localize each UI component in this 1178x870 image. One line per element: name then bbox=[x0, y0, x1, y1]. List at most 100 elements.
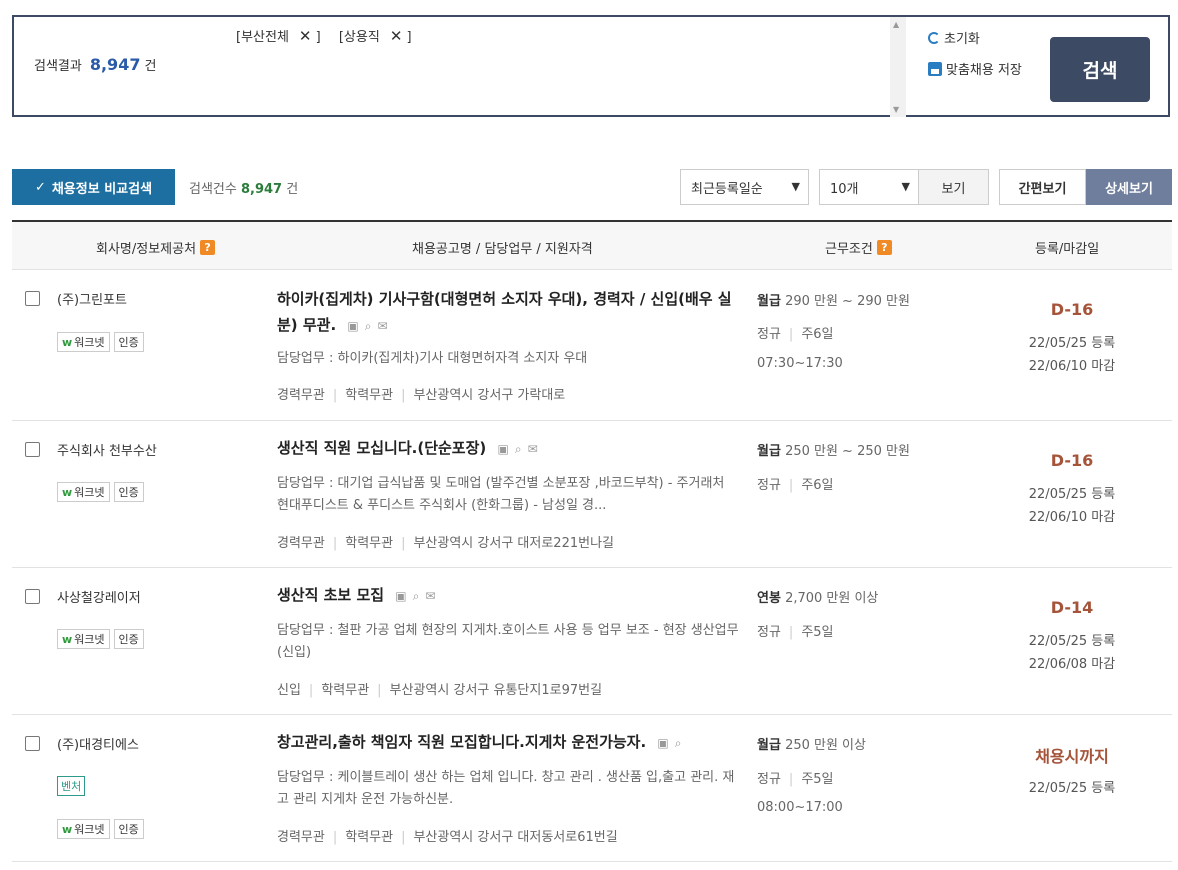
job-qualifications: 경력무관 | 학력무관 | 부산광역시 강서구 대저동서로61번길 bbox=[277, 830, 618, 845]
detail-view-button[interactable]: 상세보기 bbox=[1086, 169, 1172, 205]
worknet-badge: w 워크넷 bbox=[57, 629, 110, 649]
header-company: 회사명/정보제공처 ? bbox=[96, 238, 216, 257]
magnifier-icon[interactable]: ⌕ bbox=[675, 730, 682, 756]
worknet-badge: w 워크넷 bbox=[57, 482, 110, 502]
worknet-logo-icon: w bbox=[62, 822, 73, 836]
refresh-icon bbox=[928, 31, 940, 44]
company-name[interactable]: 사상철강레이저 bbox=[57, 587, 141, 606]
job-title[interactable]: 생산직 직원 모십니다.(단순포장) ▣ ⌕ ✉ bbox=[277, 435, 739, 462]
provider-badges: w 워크넷 인증 bbox=[57, 819, 144, 839]
date-info: 22/05/25 등록 22/06/10 마감 bbox=[1028, 487, 1116, 525]
filter-tags: [부산전체 ✕ ] [상용직 ✕ ] bbox=[236, 26, 426, 45]
job-description: 담당업무 : 하이카(집게차)기사 대형면허자격 소지자 우대 bbox=[277, 351, 588, 366]
save-custom-search-button[interactable]: 맞춤채용 저장 bbox=[928, 59, 1022, 78]
filter-scrollbar[interactable]: ▲ ▼ bbox=[890, 17, 906, 117]
job-qualifications: 경력무관 | 학력무관 | 부산광역시 강서구 가락대로 bbox=[277, 388, 566, 403]
job-qualifications: 신입 | 학력무관 | 부산광역시 강서구 유통단지1로97번길 bbox=[277, 683, 603, 698]
per-page-select[interactable]: 10개 ▼ bbox=[819, 169, 919, 205]
header-conditions: 근무조건 ? bbox=[825, 238, 892, 257]
header-dates: 등록/마감일 bbox=[1035, 242, 1100, 257]
work-hours: 08:00~17:00 bbox=[757, 800, 843, 815]
worknet-badge: w 워크넷 bbox=[57, 819, 110, 839]
view-button[interactable]: 보기 bbox=[918, 169, 989, 205]
provider-badges: w 워크넷 인증 bbox=[57, 629, 144, 649]
scrap-icon[interactable]: ▣ bbox=[498, 436, 509, 462]
mail-apply-icon[interactable]: ✉ bbox=[378, 313, 388, 339]
job-title[interactable]: 하이카(집게차) 기사구함(대형면허 소지자 우대), 경력자 / 신입(배우 … bbox=[277, 286, 739, 339]
magnifier-icon[interactable]: ⌕ bbox=[365, 313, 372, 339]
filter-tag-employment[interactable]: [상용직 ✕ ] bbox=[339, 27, 412, 45]
scroll-down-icon[interactable]: ▼ bbox=[893, 105, 899, 114]
table-header: 회사명/정보제공처 ? 채용공고명 / 담당업무 / 지원자격 근무조건 ? 등… bbox=[12, 220, 1172, 270]
scrap-icon[interactable]: ▣ bbox=[347, 313, 358, 339]
dday-label: D-16 bbox=[1050, 300, 1094, 319]
filter-tag-region[interactable]: [부산전체 ✕ ] bbox=[236, 27, 321, 45]
sort-select[interactable]: 최근등록일순 ▼ bbox=[680, 169, 809, 205]
company-name[interactable]: (주)그린포트 bbox=[57, 289, 127, 308]
row-checkbox[interactable] bbox=[25, 589, 40, 604]
cert-badge: 인증 bbox=[113, 629, 144, 649]
help-icon[interactable]: ? bbox=[876, 240, 892, 255]
job-description: 담당업무 : 대기업 급식납품 및 도매업 (발주건별 소분포장 ,바코드부착)… bbox=[277, 476, 725, 513]
worknet-logo-icon: w bbox=[62, 485, 73, 499]
magnifier-icon[interactable]: ⌕ bbox=[515, 436, 522, 462]
work-type: 정규 | 주6일 bbox=[757, 327, 834, 342]
worknet-logo-icon: w bbox=[62, 335, 73, 349]
dday-label: D-14 bbox=[1050, 598, 1094, 617]
job-description: 담당업무 : 케이블트레이 생산 하는 업체 입니다. 창고 관리 . 생산품 … bbox=[277, 770, 735, 807]
save-disk-icon bbox=[928, 61, 942, 76]
job-description: 담당업무 : 철판 가공 업체 현장의 지게차.호이스트 사용 등 업무 보조 … bbox=[277, 623, 739, 660]
search-button[interactable]: 검색 bbox=[1050, 37, 1150, 102]
header-title: 채용공고명 / 담당업무 / 지원자격 bbox=[412, 242, 593, 257]
result-count: 검색결과 8,947 건 bbox=[34, 55, 157, 74]
work-type: 정규 | 주6일 bbox=[757, 478, 834, 493]
search-count: 검색건수 8,947 건 bbox=[189, 182, 299, 197]
job-title[interactable]: 생산직 초보 모집 ▣ ⌕ ✉ bbox=[277, 582, 739, 609]
work-type: 정규 | 주5일 bbox=[757, 625, 834, 640]
scroll-up-icon[interactable]: ▲ bbox=[893, 20, 899, 29]
chevron-down-icon: ▼ bbox=[791, 180, 800, 193]
mail-apply-icon[interactable]: ✉ bbox=[528, 436, 538, 462]
table-row: (주)그린포트 w 워크넷 인증 하이카(집게차) 기사구함(대형면허 소지자 우… bbox=[12, 270, 1172, 421]
help-icon[interactable]: ? bbox=[200, 240, 216, 255]
row-checkbox[interactable] bbox=[25, 736, 40, 751]
scrap-icon[interactable]: ▣ bbox=[657, 730, 668, 756]
chevron-down-icon: ▼ bbox=[901, 180, 910, 193]
close-icon[interactable]: ✕ bbox=[299, 27, 312, 45]
job-title[interactable]: 창고관리,출하 책임자 직원 모집합니다.지게차 운전가능자. ▣ ⌕ bbox=[277, 729, 739, 756]
date-info: 22/05/25 등록 bbox=[1028, 781, 1116, 796]
venture-badge: 벤처 bbox=[57, 776, 86, 796]
simple-view-button[interactable]: 간편보기 bbox=[999, 169, 1086, 205]
pay-info: 월급 250 만원 이상 bbox=[757, 738, 866, 753]
job-qualifications: 경력무관 | 학력무관 | 부산광역시 강서구 대저로221번나길 bbox=[277, 536, 614, 551]
table-row: 주식회사 천부수산 w 워크넷 인증 생산직 직원 모십니다.(단순포장) ▣ ⌕ ✉… bbox=[12, 421, 1172, 568]
check-icon: ✓ bbox=[34, 179, 46, 195]
compare-search-button[interactable]: ✓ 채용정보 비교검색 bbox=[12, 169, 175, 205]
provider-badges: w 워크넷 인증 bbox=[57, 482, 144, 502]
mail-apply-icon[interactable]: ✉ bbox=[425, 583, 435, 609]
table-row: (주)대경티에스 벤처 w 워크넷 인증 창고관리,출하 책임자 직원 모집합니다… bbox=[12, 715, 1172, 862]
row-checkbox[interactable] bbox=[25, 291, 40, 306]
reset-button[interactable]: 초기화 bbox=[928, 28, 980, 47]
worknet-badge: w 워크넷 bbox=[57, 332, 110, 352]
work-type: 정규 | 주5일 bbox=[757, 772, 834, 787]
close-icon[interactable]: ✕ bbox=[390, 27, 403, 45]
dday-label: D-16 bbox=[1050, 451, 1094, 470]
table-row: 사상철강레이저 w 워크넷 인증 생산직 초보 모집 ▣ ⌕ ✉ 담당업무 : 철판 … bbox=[12, 568, 1172, 715]
cert-badge: 인증 bbox=[113, 819, 144, 839]
pay-info: 월급 250 만원 ~ 250 만원 bbox=[757, 444, 910, 459]
company-name[interactable]: 주식회사 천부수산 bbox=[57, 440, 157, 459]
scrap-icon[interactable]: ▣ bbox=[395, 583, 406, 609]
work-hours: 07:30~17:30 bbox=[757, 356, 843, 371]
date-info: 22/05/25 등록 22/06/10 마감 bbox=[1028, 336, 1116, 374]
magnifier-icon[interactable]: ⌕ bbox=[413, 583, 420, 609]
company-name[interactable]: (주)대경티에스 bbox=[57, 734, 139, 753]
row-checkbox[interactable] bbox=[25, 442, 40, 457]
pay-info: 연봉 2,700 만원 이상 bbox=[757, 591, 879, 606]
cert-badge: 인증 bbox=[113, 482, 144, 502]
search-summary-box: [부산전체 ✕ ] [상용직 ✕ ] 검색결과 8,947 건 ▲ ▼ 초기화 맞춤채용… bbox=[12, 15, 1170, 117]
cert-badge: 인증 bbox=[113, 332, 144, 352]
date-info: 22/05/25 등록 22/06/08 마감 bbox=[1028, 634, 1116, 672]
provider-badges: w 워크넷 인증 bbox=[57, 332, 144, 352]
dday-label: 채용시까지 bbox=[1035, 747, 1109, 766]
